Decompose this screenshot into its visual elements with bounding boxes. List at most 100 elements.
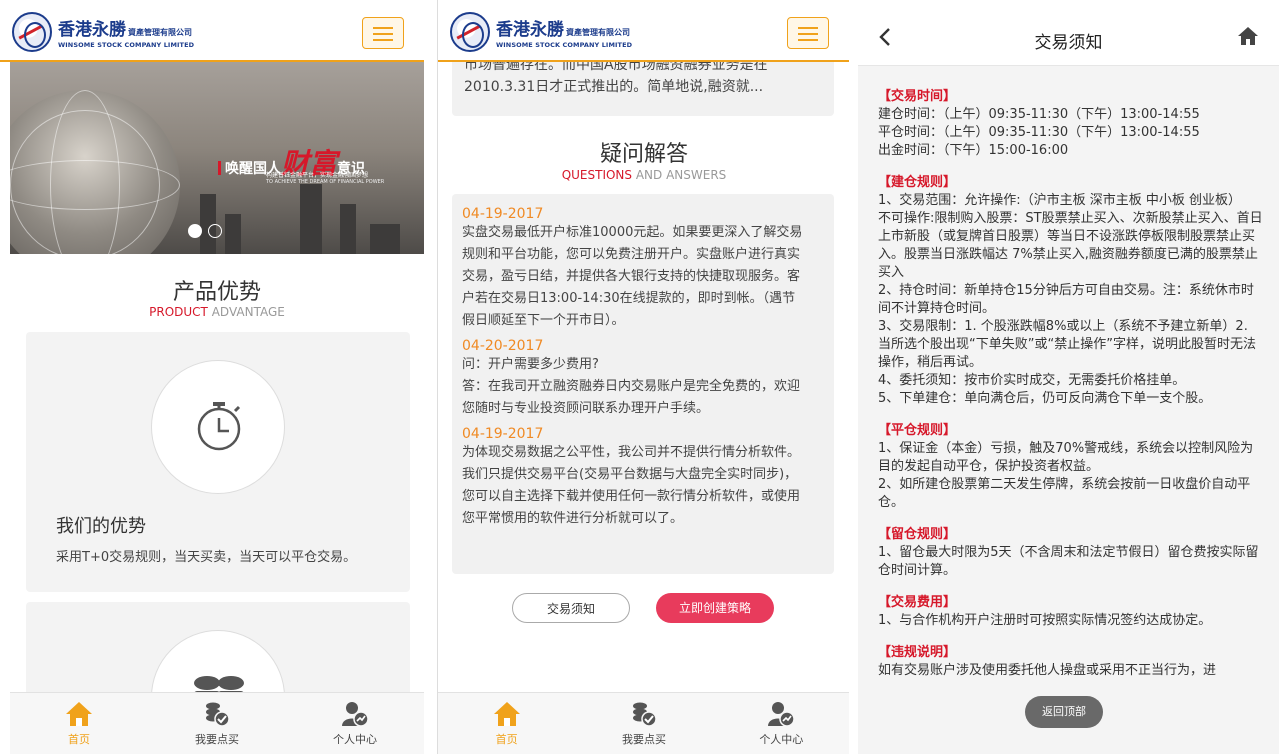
nav-profile[interactable]: 个人中心: [286, 693, 424, 754]
notice-line: 1、交易范围：允许操作:（沪市主板 深市主板 中小板 创业板）: [878, 193, 1242, 208]
qa-line: 规则和平台功能，您可以免费注册开户。实盘账户进行真实: [462, 247, 801, 262]
carousel-dot-2[interactable]: [208, 224, 222, 238]
notice-line: 2、如所建仓股票第二天发生停牌，系统会按前一日收盘价自动平仓。: [878, 477, 1251, 510]
trading-notice-button[interactable]: 交易须知: [512, 593, 630, 623]
intro-line-2: 2010.3.31日才正式推出的。简单地说,融资就...: [464, 79, 764, 95]
notice-line: 5、下单建仓：单向满仓后，仍可反向满仓下单一支个股。: [878, 391, 1212, 406]
user-chart-icon: [768, 702, 796, 727]
coins-check-icon: [206, 702, 230, 727]
menu-button[interactable]: [362, 17, 404, 49]
nav-buy[interactable]: 我要点买: [575, 693, 712, 754]
qa-list: 04-19-2017 实盘交易最低开户标准10000元起。如果要更深入了解交易 …: [452, 194, 834, 574]
user-chart-icon: [342, 702, 369, 727]
section-heading: 【交易时间】: [878, 89, 957, 104]
section-subtitle: PRODUCT ADVANTAGE: [149, 305, 285, 319]
notice-line: 4、委托须知：按市价实时成交，无需委托价格挂单。: [878, 373, 1186, 388]
header: 香港永勝 資產管理有限公司 WINSOME STOCK COMPANY LIMIT…: [438, 0, 849, 62]
brand-name-cn-small: 資產管理有限公司: [566, 28, 630, 37]
hamburger-icon: [798, 27, 818, 29]
notice-line: 1、保证金（本金）亏损，触及70%警戒线，系统会以控制风险为目的发起自动平仓，保…: [878, 441, 1254, 474]
brand-name-cn: 香港永勝: [496, 20, 564, 40]
qa-line: 实盘交易最低开户标准10000元起。如果要更深入了解交易: [462, 225, 803, 240]
create-strategy-button[interactable]: 立即创建策略: [656, 593, 774, 623]
notice-line: 1、与合作机构开户注册时可按照实际情况签约达成协定。: [878, 613, 1212, 628]
menu-button[interactable]: [787, 17, 829, 49]
page-title: 交易须知: [1034, 33, 1103, 53]
section-heading: 【平仓规则】: [878, 423, 957, 438]
card-text: 采用T+0交易规则，当天买卖，当天可以平仓交易。: [56, 550, 357, 565]
qa-line: 您平常惯用的软件进行分析就可以了。: [462, 511, 684, 526]
bottom-nav: 首页 我要点买 个人中心: [10, 692, 424, 754]
qa-line: 我们只提供交易平台(交易平台数据与大盘完全实时同步)，: [462, 467, 798, 482]
home-icon: [493, 702, 520, 726]
home-screen: 香港永勝 資產管理有限公司 WINSOME STOCK COMPANY LIMIT…: [0, 0, 424, 754]
nav-home[interactable]: 首页: [10, 693, 148, 754]
nav-home[interactable]: 首页: [438, 693, 575, 754]
section-heading: 【交易费用】: [878, 595, 957, 610]
bottom-nav: 首页 我要点买 个人中心: [438, 692, 849, 754]
stopwatch-icon: [197, 402, 241, 451]
brand-name-en: WINSOME STOCK COMPANY LIMITED: [496, 41, 633, 49]
carousel-dots: [188, 223, 228, 242]
section-heading: 【建仓规则】: [878, 175, 957, 190]
page-header: 交易须知: [858, 0, 1279, 66]
qa-line: 为体现交易数据之公平性，我公司并不提供行情分析软件。: [462, 445, 801, 460]
brand-logo[interactable]: 香港永勝 資產管理有限公司 WINSOME STOCK COMPANY LIMIT…: [450, 12, 632, 52]
nav-home-label: 首页: [495, 733, 518, 746]
section-heading: 【违规说明】: [878, 645, 957, 660]
card-title: 我们的优势: [56, 516, 146, 537]
notice-line: 2、持仓时间：新单持仓15分钟后方可自由交易。注：系统休市时间不计算持仓时间。: [878, 283, 1254, 316]
nav-profile[interactable]: 个人中心: [713, 693, 849, 754]
globe-image: [10, 90, 180, 254]
notice-line: 不可操作:限制购入股票：ST股票禁止买入、次新股禁止买入、首日上市新股（或复牌首…: [878, 211, 1263, 280]
nav-buy[interactable]: 我要点买: [148, 693, 286, 754]
notice-line: 如有交易账户涉及使用委托他人操盘或采用不正当行为，进: [878, 663, 1217, 678]
qa-line: 户若在交易日13:00-14:30在线提款的，即时到帐。（遇节: [462, 291, 796, 306]
qa-item: 04-19-2017 为体现交易数据之公平性，我公司并不提供行情分析软件。 我们…: [462, 426, 824, 530]
qa-date: 04-19-2017: [462, 426, 544, 442]
brand-name-en: WINSOME STOCK COMPANY LIMITED: [58, 41, 195, 49]
section-title: 产品优势: [172, 280, 261, 305]
qa-item: 04-20-2017 问：开户需要多少费用? 答：在我司开立融资融券日内交易账户…: [462, 338, 824, 420]
qa-section-title: 疑问解答: [599, 142, 688, 167]
qa-line: 假日顺延至下一个开市日）。: [462, 313, 625, 328]
qa-line: 问：开户需要多少费用?: [462, 357, 599, 372]
nav-buy-label: 我要点买: [621, 733, 666, 746]
header: 香港永勝 資產管理有限公司 WINSOME STOCK COMPANY LIMIT…: [0, 0, 424, 62]
home-icon[interactable]: [1237, 26, 1259, 46]
coins-check-icon: [632, 702, 657, 727]
qa-screen: 香港永勝 資產管理有限公司 WINSOME STOCK COMPANY LIMIT…: [437, 0, 849, 754]
qa-line: 交易，盈亏日结，并提供各大银行支持的快捷取现服务。客: [462, 269, 801, 284]
home-icon: [66, 702, 92, 726]
logo-emblem-icon: [12, 12, 52, 52]
banner-subtitle: 构建普钰金融平台，实现金融强国梦想: [266, 172, 369, 179]
advantage-card-2[interactable]: [26, 602, 410, 754]
banner-subtitle-en: TO ACHIEVE THE DREAM OF FINANCIAL POWER: [266, 179, 385, 185]
brand-name-cn: 香港永勝: [58, 20, 126, 40]
notice-line: 建仓时间：（上午）09:35-11:30（下午）13:00-14:55: [878, 107, 1200, 122]
notice-line: 出金时间：（下午）15:00-16:00: [878, 143, 1069, 158]
qa-date: 04-19-2017: [462, 206, 544, 222]
qa-line: 答：在我司开立融资融券日内交易账户是完全免费的，欢迎: [462, 379, 801, 394]
notice-content: 【交易时间】 建仓时间：（上午）09:35-11:30（下午）13:00-14:…: [878, 88, 1263, 680]
notice-line: 平仓时间：（上午）09:35-11:30（下午）13:00-14:55: [878, 125, 1200, 140]
qa-line: 您随时与专业投资顾问联系办理开户手续。: [462, 401, 710, 416]
logo-emblem-icon: [450, 12, 490, 52]
nav-profile-label: 个人中心: [333, 733, 377, 746]
carousel-dot-1[interactable]: [188, 224, 202, 238]
brand-logo[interactable]: 香港永勝 資產管理有限公司 WINSOME STOCK COMPANY LIMIT…: [12, 12, 194, 52]
notice-line: 3、交易限制：1. 个股涨跌幅8%或以上（系统不予建立新单）2. 当所选个股出现…: [878, 319, 1256, 370]
nav-buy-label: 我要点买: [195, 733, 239, 746]
qa-date: 04-20-2017: [462, 338, 544, 354]
nav-home-label: 首页: [68, 733, 90, 746]
qa-line: 您可以自主选择下载并使用任何一款行情分析软件，或使用: [462, 489, 801, 504]
qa-section-subtitle: QUESTIONS AND ANSWERS: [561, 168, 727, 182]
nav-profile-label: 个人中心: [759, 733, 804, 746]
trading-notice-screen: 交易须知 【交易时间】 建仓时间：（上午）09:35-11:30（下午）13:0…: [858, 0, 1279, 754]
back-to-top-button[interactable]: 返回顶部: [1025, 696, 1103, 728]
section-heading: 【留仓规则】: [878, 527, 957, 542]
advantage-card[interactable]: 我们的优势 采用T+0交易规则，当天买卖，当天可以平仓交易。: [26, 332, 410, 592]
notice-line: 1、留仓最大时限为5天（不含周末和法定节假日）留仓费按实际留仓时间计算。: [878, 545, 1259, 578]
qa-item: 04-19-2017 实盘交易最低开户标准10000元起。如果要更深入了解交易 …: [462, 206, 824, 332]
brand-name-cn-small: 資產管理有限公司: [128, 28, 192, 37]
